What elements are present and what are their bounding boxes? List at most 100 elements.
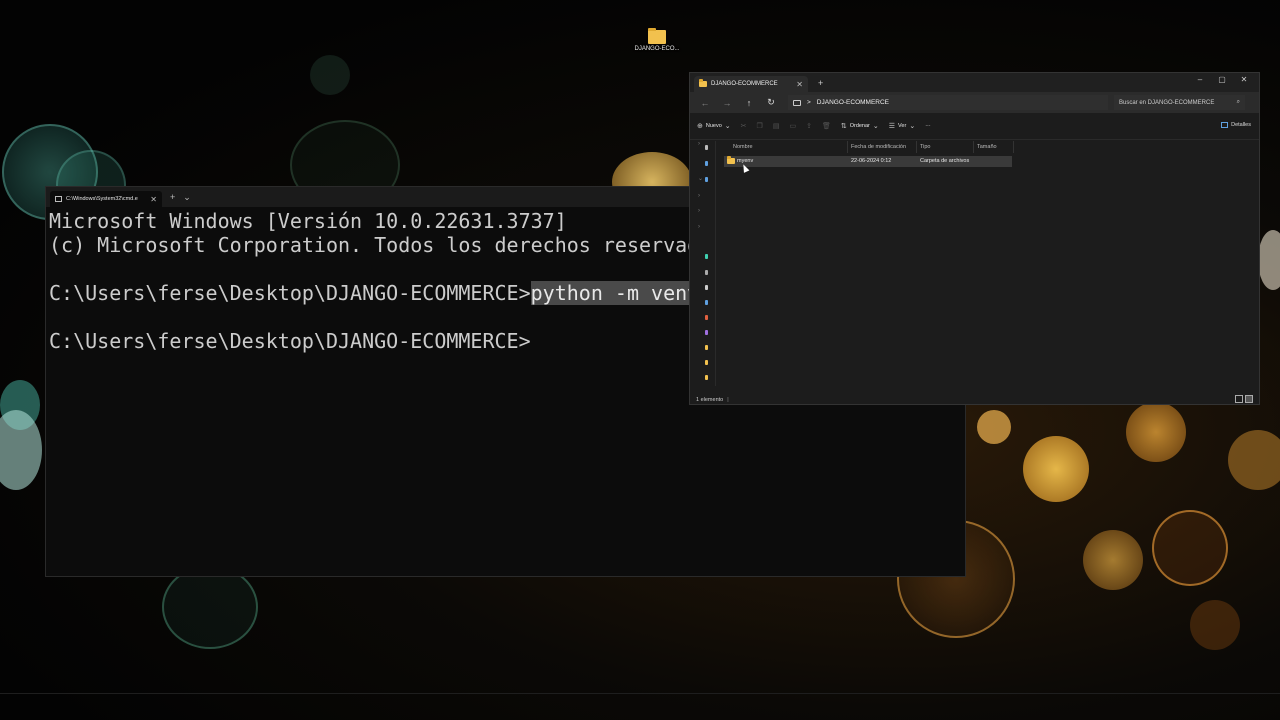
column-divider[interactable] [973,141,974,153]
folder-icon [699,79,707,87]
terminal-tab[interactable]: C:\Windows\System32\cmd.e ✕ [50,191,162,207]
bokeh-decoration [977,410,1011,444]
nav-item-icon[interactable] [705,345,708,350]
nav-item-icon[interactable] [705,330,708,335]
bokeh-decoration [0,410,42,490]
breadcrumb-current-folder[interactable]: DJANGO-ECOMMERCE [817,99,889,106]
view-button[interactable]: ☰ Ver ⌄ [889,122,915,130]
close-button[interactable]: ✕ [1233,73,1255,87]
search-placeholder: Buscar en DJANGO-ECOMMERCE [1119,99,1215,106]
nav-item-icon[interactable] [705,270,708,275]
nav-expand-icon[interactable]: › [698,141,700,147]
cut-icon[interactable]: ✂ [741,122,747,130]
search-icon: ⌕ [1236,99,1240,105]
share-icon[interactable]: ⇪ [806,122,812,130]
nav-item-icon[interactable] [705,177,708,182]
sort-button-label: Ordenar [849,123,870,129]
sort-button[interactable]: ⇅ Ordenar ⌄ [841,122,879,130]
chevron-down-icon: ⌄ [909,123,916,130]
bokeh-decoration [310,55,350,95]
new-tab-button[interactable]: + [818,78,823,88]
address-bar[interactable]: > DJANGO-ECOMMERCE [788,95,1108,110]
new-tab-button[interactable]: + [170,192,175,202]
maximize-button[interactable]: ▢ [1211,73,1233,87]
column-divider[interactable] [1013,141,1014,153]
details-button-label: Detalles [1231,122,1251,128]
status-divider: | [727,396,729,403]
bokeh-decoration [1190,600,1240,650]
bokeh-decoration [1126,402,1186,462]
nav-expand-icon[interactable]: › [698,208,700,214]
column-header-type[interactable]: Tipo [920,144,931,150]
rename-icon[interactable]: ▭ [789,122,796,130]
copy-icon[interactable]: ❐ [757,122,763,130]
minimize-button[interactable]: – [1189,73,1211,87]
chevron-down-icon[interactable]: ⌄ [183,192,191,203]
layout-toggle [1235,395,1253,403]
folder-icon [648,28,666,44]
nav-item-icon[interactable] [705,315,708,320]
column-header-modified[interactable]: Fecha de modificación [851,144,906,150]
bokeh-decoration [1152,510,1228,586]
explorer-tab-title: DJANGO-ECOMMERCE [711,81,778,87]
view-button-label: Ver [898,123,907,129]
navigation-pane[interactable]: › ⌄ › › › [690,141,716,386]
bokeh-decoration [1228,430,1280,490]
search-input[interactable]: Buscar en DJANGO-ECOMMERCE ⌕ [1114,95,1245,110]
bokeh-decoration [1023,436,1089,502]
folder-icon [727,156,735,164]
bokeh-decoration [1083,530,1143,590]
column-divider[interactable] [847,141,848,153]
nav-item-icon[interactable] [705,145,708,150]
large-icons-view-icon[interactable] [1245,395,1253,403]
cmd-icon [55,196,62,202]
details-pane-icon [1221,122,1229,128]
details-view-icon[interactable] [1235,395,1243,403]
nav-item-icon[interactable] [705,161,708,166]
more-options-button[interactable]: ··· [925,123,931,129]
nav-item-icon[interactable] [705,360,708,365]
back-arrow-icon[interactable]: ← [694,98,716,108]
bokeh-decoration [162,565,258,649]
desktop-folder-shortcut[interactable]: DJANGO-ECO... [632,28,682,52]
nav-expand-icon[interactable]: ⌄ [698,175,703,182]
paste-icon[interactable]: ▤ [773,122,780,130]
column-header-size[interactable]: Tamaño [977,144,997,150]
terminal-prompt: C:\Users\ferse\Desktop\DJANGO-ECOMMERCE> [49,281,531,305]
new-button-label: Nuevo [705,123,722,129]
nav-item-icon[interactable] [705,254,708,259]
nav-item-icon[interactable] [705,375,708,380]
taskbar-edge [0,693,1280,694]
plus-circle-icon: ⊕ [697,123,703,130]
command-bar: ⊕ Nuevo ⌄ ✂ ❐ ▤ ▭ ⇪ 🗑 ⇅ Ordenar ⌄ ☰ Ver … [690,113,1259,140]
column-header-name[interactable]: Nombre [733,144,753,150]
file-list[interactable]: Nombre Fecha de modificación Tipo Tamaño… [717,141,1259,386]
nav-expand-icon[interactable]: › [698,193,700,199]
file-row[interactable]: myenv 22-06-2024 0:12 Carpeta de archivo… [724,156,1012,167]
file-explorer-window[interactable]: DJANGO-ECOMMERCE ✕ + – ▢ ✕ ← → ↑ ↻ > DJA… [689,72,1260,405]
nav-item-icon[interactable] [705,285,708,290]
sort-icon: ⇅ [840,123,847,130]
up-arrow-icon[interactable]: ↑ [738,98,760,108]
file-type: Carpeta de archivos [920,158,970,164]
terminal-tab-title: C:\Windows\System32\cmd.e [66,196,138,202]
column-divider[interactable] [916,141,917,153]
refresh-icon[interactable]: ↻ [760,97,782,108]
chevron-down-icon: ⌄ [724,123,731,130]
details-pane-button[interactable]: Detalles [1221,122,1251,128]
nav-expand-icon[interactable]: › [698,224,700,230]
bokeh-decoration [1258,230,1280,290]
delete-icon[interactable]: 🗑 [822,122,831,130]
computer-icon [793,99,801,106]
new-button[interactable]: ⊕ Nuevo ⌄ [697,122,731,130]
close-tab-icon[interactable]: ✕ [796,80,803,89]
close-tab-icon[interactable]: ✕ [150,195,157,204]
explorer-body: › ⌄ › › › Nombre Fecha de modificación T… [690,141,1259,394]
explorer-tab[interactable]: DJANGO-ECOMMERCE ✕ [694,76,808,92]
nav-item-icon[interactable] [705,300,708,305]
file-modified: 22-06-2024 0:12 [851,158,892,164]
desktop-icon-label: DJANGO-ECO... [634,46,680,52]
view-icon: ☰ [888,123,896,130]
chevron-down-icon: ⌄ [872,123,879,130]
forward-arrow-icon[interactable]: → [716,98,738,108]
